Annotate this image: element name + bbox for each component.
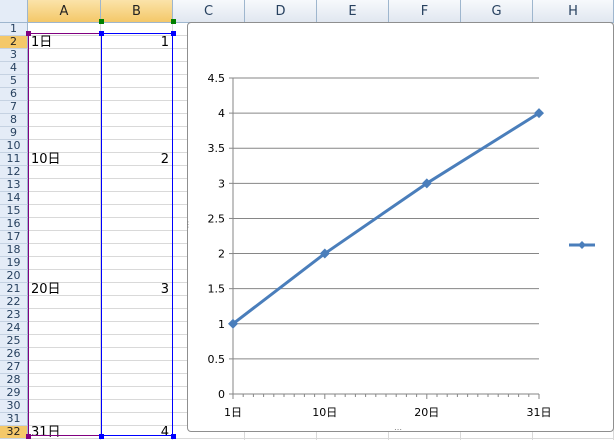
range-handle-a-bottom[interactable] <box>26 434 31 439</box>
column-header-c[interactable]: C <box>173 0 245 23</box>
chart-resize-handle-bottom[interactable]: ⋯ <box>394 426 402 434</box>
x-tick-label: 1日 <box>224 406 242 419</box>
spreadsheet-grid[interactable]: ABCDEFGH 1 2 3 4 5 6 7 8 9 10 11 12 13 14 15 16 17 18 19 20… <box>0 0 614 440</box>
series-name-range-highlight[interactable] <box>28 33 102 436</box>
line-chart: 0 0.5 1 1.5 2 2.5 3 3.5 4 4.5 1日 10日 20日 31日 <box>208 72 595 419</box>
legend-marker <box>578 241 586 249</box>
y-tick-label: 2.5 <box>208 212 226 225</box>
y-tick-label: 3.5 <box>208 142 226 155</box>
range-handle-header-c[interactable] <box>171 19 176 24</box>
range-handle-b-top-right[interactable] <box>171 31 176 36</box>
column-header-d[interactable]: D <box>245 0 317 23</box>
column-header-a[interactable]: A <box>28 0 101 23</box>
column-header-f[interactable]: F <box>389 0 461 23</box>
y-tick-label: 4.5 <box>208 72 226 85</box>
column-header-g[interactable]: G <box>461 0 533 23</box>
range-handle-b-top-left[interactable] <box>99 31 104 36</box>
x-tick-label: 31日 <box>527 406 552 419</box>
x-tick-label: 20日 <box>414 406 439 419</box>
x-tick-label: 10日 <box>312 406 337 419</box>
select-all-corner[interactable] <box>0 0 28 23</box>
y-tick-label: 0.5 <box>208 353 226 366</box>
chart-area[interactable]: 0 0.5 1 1.5 2 2.5 3 3.5 4 4.5 1日 10日 20日 31日 ⋮ ⋯ <box>184 22 614 434</box>
column-header-e[interactable]: E <box>317 0 389 23</box>
y-tick-label: 3 <box>218 177 225 190</box>
row-header-32[interactable]: 32 <box>0 426 28 439</box>
range-handle-b-bottom-right[interactable] <box>171 434 176 439</box>
column-header-h[interactable]: H <box>533 0 614 23</box>
range-handle-header-b[interactable] <box>99 19 104 24</box>
range-handle-b-bottom-left[interactable] <box>99 434 104 439</box>
chart-resize-handle-left[interactable]: ⋮ <box>184 221 192 229</box>
y-tick-label: 0 <box>218 388 225 401</box>
series-values-range-highlight[interactable] <box>101 33 173 436</box>
y-tick-label: 1.5 <box>208 283 226 296</box>
y-tick-label: 4 <box>218 107 225 120</box>
y-tick-label: 1 <box>218 318 225 331</box>
y-tick-label: 2 <box>218 248 225 261</box>
range-handle-a-top[interactable] <box>26 31 31 36</box>
column-header-b[interactable]: B <box>101 0 173 23</box>
